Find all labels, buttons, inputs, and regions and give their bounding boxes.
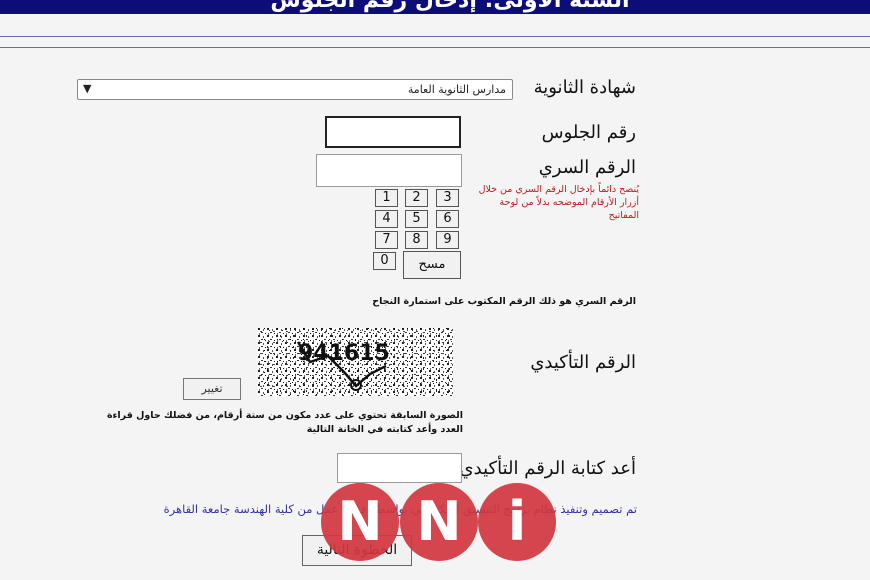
keypad-key-0[interactable]: 0	[373, 252, 396, 270]
keypad-key-4[interactable]: 4	[375, 210, 398, 228]
secret-number-hint: الرقم السري هو ذلك الرقم المكتوب على است…	[372, 296, 636, 307]
chevron-down-icon: ▼	[83, 82, 92, 95]
keypad-key-7[interactable]: 7	[375, 231, 398, 249]
keypad-key-9[interactable]: 9	[436, 231, 459, 249]
divider-line	[0, 47, 870, 48]
confirm-captcha-label: أعد كتابة الرقم التأكيدي	[459, 458, 636, 479]
watermark-logo-n: N	[400, 483, 478, 561]
keypad-key-1[interactable]: 1	[375, 189, 398, 207]
seat-number-input[interactable]	[325, 116, 461, 148]
captcha-hint: الصورة السابقة تحتوي على عدد مكون من ستة…	[106, 410, 463, 435]
captcha-text: 941615	[298, 341, 390, 366]
captcha-image: 941615	[258, 328, 453, 396]
keypad-clear-button[interactable]: مسح	[403, 251, 461, 279]
keypad-key-2[interactable]: 2	[405, 189, 428, 207]
secret-keypad-hint: يُنصح دائماً بإدخال الرقم السري من خلال …	[478, 184, 639, 221]
change-captcha-button[interactable]: تغيير	[183, 378, 241, 400]
header-bar: السنة الأولى: إدخال رقم الجلوس	[0, 0, 870, 14]
page-title: السنة الأولى: إدخال رقم الجلوس	[270, 0, 630, 13]
confirm-captcha-input[interactable]	[337, 453, 462, 483]
seat-number-label: رقم الجلوس	[541, 122, 636, 143]
divider-line	[0, 36, 870, 37]
keypad-key-3[interactable]: 3	[436, 189, 459, 207]
certificate-selected-value: مدارس الثانوية العامة	[407, 83, 506, 96]
certificate-label: شهادة الثانوية	[533, 77, 636, 98]
captcha-label: الرقم التأكيدي	[530, 352, 636, 373]
secret-number-label: الرقم السري	[538, 157, 636, 178]
watermark-logo-i: i	[478, 483, 556, 561]
certificate-select[interactable]: مدارس الثانوية العامة ▼	[77, 79, 513, 100]
keypad-key-8[interactable]: 8	[405, 231, 428, 249]
keypad-key-5[interactable]: 5	[405, 210, 428, 228]
watermark-logo-n: N	[321, 483, 399, 561]
captcha-noise: 941615	[258, 328, 453, 396]
keypad-key-6[interactable]: 6	[436, 210, 459, 228]
secret-number-input[interactable]	[316, 154, 462, 187]
